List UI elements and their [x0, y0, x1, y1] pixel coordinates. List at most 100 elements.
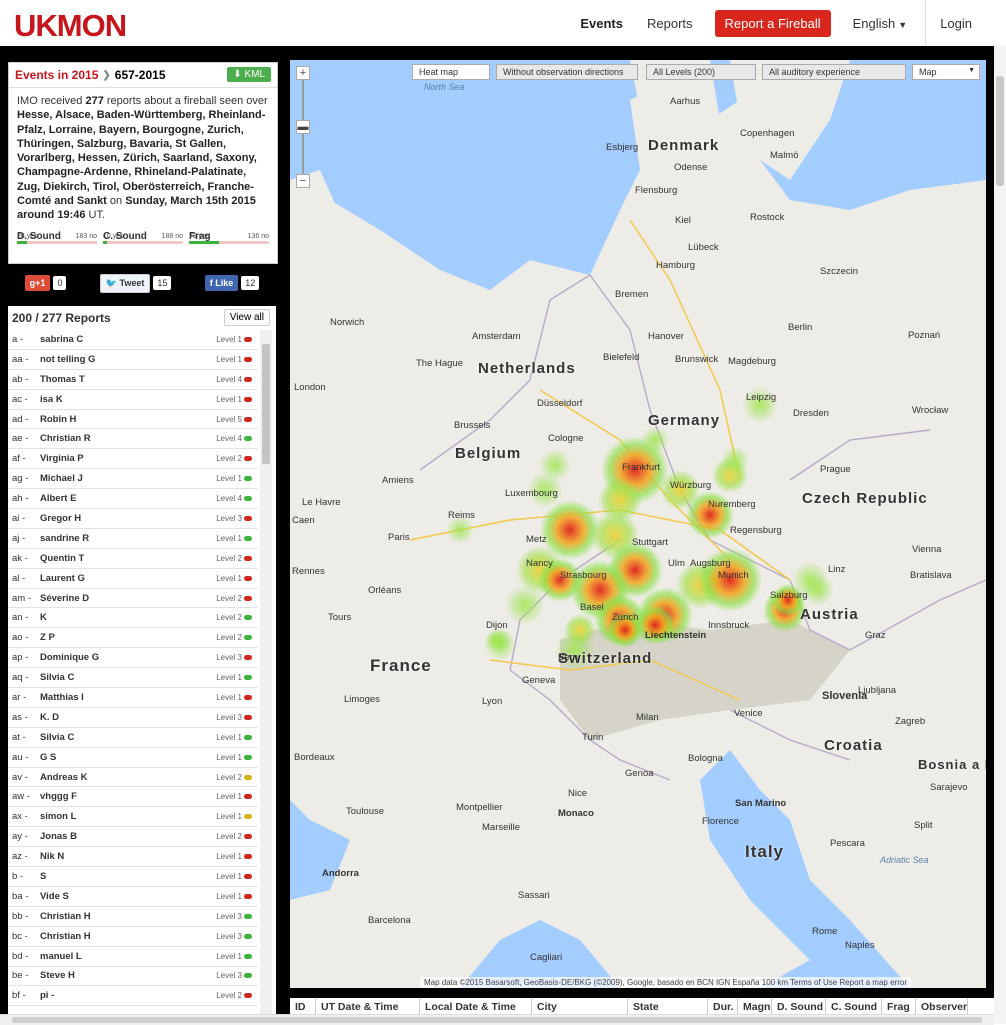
map-label-city: Bremen [615, 289, 649, 300]
report-level: Level 1 [216, 394, 242, 404]
map-label-city: Kiel [675, 215, 691, 226]
zoom-slider-handle[interactable]: ▬ [296, 120, 310, 134]
tweet-button[interactable]: 🐦 Tweet 15 [99, 273, 172, 293]
gplus-count: 0 [53, 276, 67, 290]
nav-events[interactable]: Events [568, 16, 635, 31]
reporter-name: vhggg F [40, 791, 77, 803]
report-row[interactable]: av - Andreas K Level 2 [8, 768, 258, 788]
kml-download-button[interactable]: ⬇ KML [227, 67, 271, 82]
zoom-out-button[interactable]: − [296, 174, 310, 188]
directions-toggle[interactable]: Without observation directions [496, 64, 638, 80]
page-horizontal-scrollbar[interactable] [0, 1014, 994, 1025]
report-id: ao - [12, 632, 29, 644]
map-label-city: Ulm [668, 558, 685, 569]
report-row[interactable]: ac - isa K Level 1 [8, 390, 258, 410]
scrollbar-thumb[interactable] [262, 344, 270, 464]
map-type-select[interactable]: Map ▼ [912, 64, 980, 80]
map-label-city: Turin [582, 732, 604, 743]
reporter-name: pi - [40, 990, 55, 1002]
scrollbar-thumb[interactable] [996, 76, 1004, 186]
report-row[interactable]: ag - Michael J Level 1 [8, 469, 258, 490]
report-row[interactable]: a - sabrina C Level 1 [8, 330, 258, 350]
report-row[interactable]: ai - Gregor H Level 3 [8, 509, 258, 529]
report-level: Level 3 [216, 513, 242, 523]
report-row[interactable]: aq - Silvia C Level 1 [8, 668, 258, 689]
report-row[interactable]: b - S Level 1 [8, 867, 258, 887]
report-row[interactable]: au - G S Level 1 [8, 748, 258, 768]
report-level: Level 3 [216, 971, 242, 981]
language-dropdown[interactable]: English ▼ [841, 16, 920, 31]
report-row[interactable]: ab - Thomas T Level 4 [8, 370, 258, 390]
report-row[interactable]: at - Silvia C Level 1 [8, 728, 258, 748]
heatmap-map[interactable]: Denmark Netherlands Germany Belgium Luxe… [290, 60, 986, 988]
report-row[interactable]: bf - pi - Level 2 [8, 986, 258, 1007]
report-row[interactable]: aj - sandrine R Level 1 [8, 529, 258, 549]
auditory-filter[interactable]: All auditory experience [762, 64, 906, 80]
report-row[interactable]: ae - Christian R Level 4 [8, 429, 258, 450]
stat-no: 136 no [247, 233, 269, 240]
zoom-in-button[interactable]: + [296, 66, 310, 80]
report-row[interactable]: az - Nik N Level 1 [8, 847, 258, 868]
report-row[interactable]: ak - Quentin T Level 2 [8, 549, 258, 569]
map-label-city: Graz [865, 630, 886, 641]
reporter-name: Jonas B [40, 831, 77, 843]
page-vertical-scrollbar[interactable] [994, 46, 1006, 1024]
report-row[interactable]: aa - not telling G Level 1 [8, 350, 258, 370]
report-row[interactable]: ad - Robin H Level 5 [8, 410, 258, 430]
map-canvas [290, 60, 986, 988]
report-row[interactable]: bb - Christian H Level 3 [8, 907, 258, 927]
desc-text: UT. [85, 209, 106, 222]
login-link[interactable]: Login [925, 0, 986, 46]
report-id: bf - [12, 990, 26, 1002]
report-id: b - [12, 870, 24, 882]
report-row[interactable]: bc - Christian H Level 3 [8, 927, 258, 947]
report-row[interactable]: an - K Level 2 [8, 608, 258, 629]
report-id: as - [12, 711, 28, 723]
map-label-city: Nancy [526, 558, 553, 569]
report-row[interactable]: ah - Albert E Level 4 [8, 489, 258, 510]
brand-logo[interactable]: UKMON [14, 8, 127, 44]
stat-d-sound: D. Sound 26 yes 183 no [17, 231, 97, 244]
report-row[interactable]: as - K. D Level 3 [8, 708, 258, 728]
breadcrumb-year[interactable]: Events in 2015 [15, 68, 98, 82]
map-label-city: Naples [845, 940, 875, 951]
map-label-city: Esbjerg [606, 142, 639, 153]
report-row[interactable]: al - Laurent G Level 1 [8, 569, 258, 589]
map-label-country: Liechtenstein [645, 630, 707, 641]
kml-label: KML [244, 69, 265, 80]
heatmap-toggle[interactable]: Heat map [412, 64, 490, 80]
report-row[interactable]: ar - Matthias I Level 1 [8, 688, 258, 708]
report-row[interactable]: ax - simon L Level 1 [8, 807, 258, 828]
map-label-city: Pescara [830, 838, 865, 849]
nav-reports[interactable]: Reports [635, 16, 705, 31]
list-scrollbar[interactable] [260, 330, 272, 1016]
gplus-button[interactable]: g+1 0 [24, 275, 67, 291]
report-id: bc - [12, 930, 28, 942]
map-label-city: Poznań [908, 330, 941, 341]
report-row[interactable]: ba - Vide S Level 1 [8, 887, 258, 907]
report-row[interactable]: ap - Dominique G Level 3 [8, 648, 258, 669]
report-row[interactable]: aw - vhggg F Level 1 [8, 787, 258, 808]
report-level: Level 2 [216, 593, 242, 603]
map-label-city: Reims [448, 510, 475, 521]
report-row[interactable]: bd - manuel L Level 1 [8, 947, 258, 967]
report-row[interactable]: am - Séverine D Level 2 [8, 589, 258, 609]
map-label-city: Cagliari [530, 952, 563, 963]
report-row[interactable]: be - Steve H Level 3 [8, 967, 258, 987]
report-row[interactable]: ay - Jonas B Level 2 [8, 827, 258, 848]
reports-panel: 200 / 277 Reports View all a - sabrina CL… [8, 306, 276, 1016]
levels-filter[interactable]: All Levels (200) [646, 64, 756, 80]
report-count: 277 [85, 95, 104, 107]
view-all-button[interactable]: View all [223, 309, 270, 326]
report-level: Level 2 [216, 832, 242, 842]
level-indicator-icon [244, 655, 252, 661]
report-fireball-button[interactable]: Report a Fireball [714, 9, 831, 37]
stat-c-sound: C. Sound 10 yes 188 no [103, 231, 183, 244]
map-label-city: Rostock [750, 212, 785, 223]
report-id: at - [12, 731, 26, 743]
report-row[interactable]: af - Virginia P Level 2 [8, 449, 258, 470]
scrollbar-thumb[interactable] [12, 1017, 982, 1023]
map-label-city: Brunswick [675, 354, 719, 365]
like-button[interactable]: f Like 12 [204, 275, 260, 291]
report-row[interactable]: ao - Z P Level 2 [8, 628, 258, 649]
